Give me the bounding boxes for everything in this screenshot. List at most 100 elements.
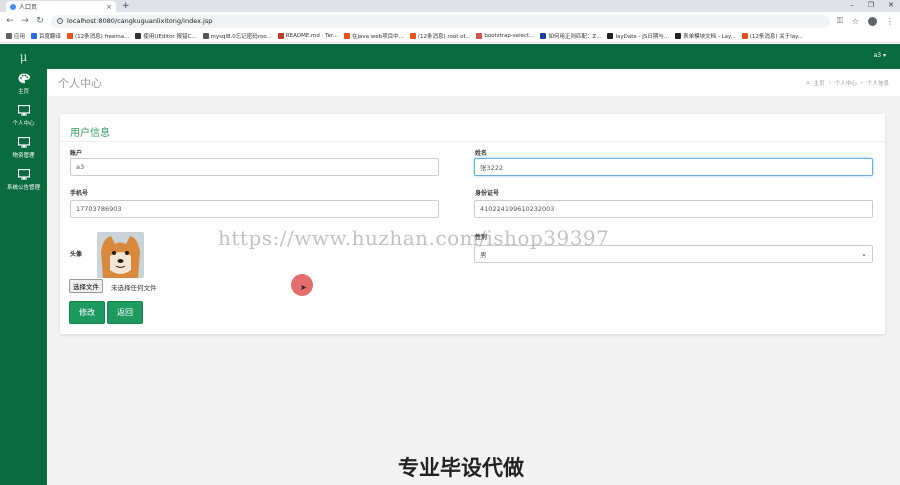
bookmark-item[interactable]: 在java web项目中... <box>341 32 407 40</box>
sidebar-item-label: 物资管理 <box>12 153 35 159</box>
bookmark-label: mysql8.0忘记密码roo... <box>210 34 272 40</box>
minimize-icon[interactable]: – <box>850 0 854 10</box>
bookmark-label: bootstrap-select... <box>484 33 535 39</box>
bookmark-star-icon[interactable]: ☆ <box>852 17 859 26</box>
bookmark-favicon-icon <box>135 33 142 39</box>
bookmark-favicon-icon <box>476 33 483 39</box>
phone-input[interactable]: 17703786903 <box>70 200 439 218</box>
palette-icon <box>18 72 30 85</box>
monitor-icon <box>17 136 30 149</box>
bookmark-favicon-icon <box>67 33 74 39</box>
bookmark-label: layDate - JS日期与... <box>615 34 670 40</box>
bookmark-item[interactable]: bootstrap-select... <box>473 33 537 39</box>
browser-toolbar: ← → ↻ i localhost:8080/cangkuguanlixiton… <box>0 12 900 30</box>
user-info-card: 用户信息 账户 a3 姓名 张3222 手机号 17703786903 身份证号… <box>60 114 885 334</box>
bookmark-item[interactable]: layDate - JS日期与... <box>604 32 672 40</box>
bookmark-item[interactable]: 使用UEditor 报错C... <box>132 32 199 40</box>
bookmark-item[interactable]: 百度翻译 <box>28 32 64 40</box>
bookmark-label: 百度翻译 <box>39 34 62 40</box>
avatar-image <box>97 232 144 278</box>
app-logo: μ <box>19 49 28 64</box>
bookmark-label: (12条消息) root of... <box>417 34 471 40</box>
mouse-cursor-icon: ➤ <box>300 283 307 292</box>
sidebar: μ 主页 个人中心 物资管理 系统公告管理 <box>0 44 47 485</box>
bookmark-item[interactable]: (12条消息) 关于lay... <box>739 32 806 40</box>
bookmark-label: (12条消息) 关于lay... <box>749 34 803 40</box>
window-close-icon[interactable]: ✕ <box>888 0 894 10</box>
sidebar-item-notices[interactable]: 系统公告管理 <box>0 165 47 197</box>
tab-title: 人口页 <box>19 4 38 11</box>
sidebar-item-materials[interactable]: 物资管理 <box>0 133 47 165</box>
sidebar-item-label: 系统公告管理 <box>6 185 40 191</box>
bookmark-favicon-icon <box>741 33 748 39</box>
home-icon: ⌂ <box>806 79 810 86</box>
bookmark-item[interactable]: (12条消息) root of... <box>407 32 473 40</box>
sidebar-item-profile[interactable]: 个人中心 <box>0 101 47 133</box>
site-info-icon[interactable]: i <box>57 18 63 24</box>
bookmark-label: 在java web项目中... <box>351 34 404 40</box>
bookmark-label: 应用 <box>14 34 26 40</box>
breadcrumb-separator: › <box>828 79 831 86</box>
bookmark-item[interactable]: README.md · Ter... <box>275 33 341 39</box>
breadcrumb: ⌂ 主页 › 个人中心 › 个人信息 <box>806 79 889 87</box>
bookmark-item[interactable]: mysql8.0忘记密码roo... <box>200 32 275 40</box>
page-title: 个人中心 <box>58 76 102 90</box>
bookmark-label: (12条消息) freema... <box>75 34 130 40</box>
breadcrumb-home[interactable]: 主页 <box>814 79 825 87</box>
name-label: 姓名 <box>475 150 488 157</box>
file-status-text: 未选择任何文件 <box>111 284 157 292</box>
breadcrumb-separator: › <box>860 79 863 86</box>
bookmark-label: README.md · Ter... <box>285 33 338 39</box>
modify-button[interactable]: 修改 <box>69 301 105 324</box>
bookmark-label: 使用UEditor 报错C... <box>143 34 197 40</box>
bookmark-favicon-icon <box>607 33 614 39</box>
maximize-icon[interactable]: ❐ <box>868 0 874 10</box>
watermark-text: https://www.huzhan.com/ishop39397 <box>218 226 610 250</box>
account-label: 账户 <box>70 150 83 157</box>
account-input[interactable]: a3 <box>70 158 439 176</box>
main-content: 个人中心 ⌂ 主页 › 个人中心 › 个人信息 用户信息 账户 a3 姓名 张3… <box>47 69 900 485</box>
bookmark-favicon-icon <box>409 33 416 39</box>
sidebar-item-home[interactable]: 主页 <box>0 69 47 101</box>
choose-file-button[interactable]: 选择文件 <box>69 279 103 293</box>
card-divider <box>60 141 885 142</box>
back-button[interactable]: 返回 <box>107 301 143 324</box>
breadcrumb-level1[interactable]: 个人中心 <box>835 79 857 87</box>
idcard-input[interactable]: 410224199610232003 <box>474 200 873 218</box>
page-header: 个人中心 ⌂ 主页 › 个人中心 › 个人信息 <box>47 69 900 96</box>
key-icon[interactable]: ⚿ <box>837 16 843 26</box>
window-controls: – ❐ ✕ <box>850 0 894 10</box>
idcard-label: 身份证号 <box>475 190 500 197</box>
bookmark-item[interactable]: (12条消息) freema... <box>64 32 132 40</box>
promo-banner: 专业毕设代做 <box>398 456 524 480</box>
bookmark-favicon-icon <box>343 33 350 39</box>
sidebar-item-label: 主页 <box>17 89 29 95</box>
bookmark-favicon-icon <box>202 33 209 39</box>
bookmarks-bar: 应用 百度翻译 (12条消息) freema... 使用UEditor 报错C... m… <box>0 30 900 43</box>
forward-icon[interactable]: → <box>21 16 29 26</box>
phone-label: 手机号 <box>70 190 89 197</box>
top-navbar: a3 ▾ <box>47 44 900 69</box>
bookmark-favicon-icon <box>675 33 682 39</box>
browser-tab[interactable]: 人口页 × <box>6 1 116 12</box>
bookmark-label: 如何用正则匹配：Z... <box>548 34 602 40</box>
reload-icon[interactable]: ↻ <box>36 16 44 26</box>
app: μ 主页 个人中心 物资管理 系统公告管理 a3 ▾ 个人中心 ⌂ 主页 › 个… <box>0 44 900 485</box>
bookmark-favicon-icon <box>31 33 38 39</box>
monitor-icon <box>17 104 30 117</box>
back-icon[interactable]: ← <box>6 16 14 26</box>
profile-avatar-icon[interactable] <box>868 16 877 26</box>
new-tab-icon[interactable]: + <box>122 1 130 12</box>
address-bar[interactable]: i localhost:8080/cangkuguanlixitong/inde… <box>51 14 830 28</box>
name-input[interactable]: 张3222 <box>474 158 873 176</box>
menu-kebab-icon[interactable]: ⋮ <box>886 17 894 26</box>
tab-favicon-icon <box>10 3 16 10</box>
url-text: localhost:8080/cangkuguanlixitong/index.… <box>67 17 213 25</box>
bookmark-favicon-icon <box>6 33 12 39</box>
user-dropdown[interactable]: a3 ▾ <box>874 52 886 59</box>
tab-close-icon[interactable]: × <box>106 3 112 11</box>
bookmark-item[interactable]: 应用 <box>3 32 28 40</box>
bookmark-item[interactable]: 如何用正则匹配：Z... <box>537 32 604 40</box>
chevron-down-icon: ⌄ <box>861 250 867 258</box>
bookmark-item[interactable]: 表单模块文档 - Lay... <box>672 32 739 40</box>
